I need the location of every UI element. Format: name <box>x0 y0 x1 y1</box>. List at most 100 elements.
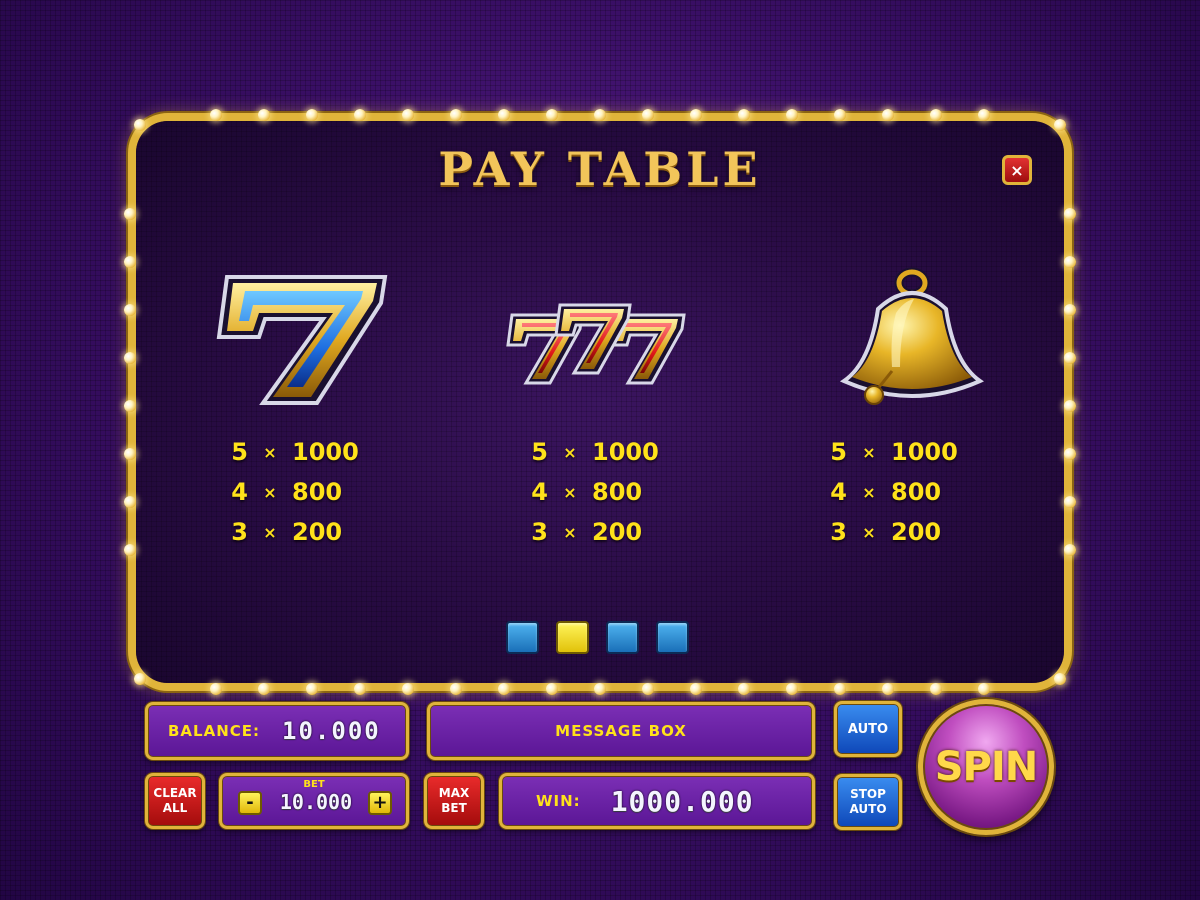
marquee-bulb <box>642 683 654 695</box>
marquee-bulb <box>1064 256 1076 268</box>
payout-value: 1000 <box>292 438 359 466</box>
marquee-bulb <box>124 208 136 220</box>
symbol-count: 5 <box>231 438 248 466</box>
page-dot-4[interactable] <box>656 621 689 654</box>
payout-value: 1000 <box>592 438 659 466</box>
marquee-bulb <box>258 109 270 121</box>
marquee-bulb <box>450 683 462 695</box>
payout-value: 1000 <box>891 438 958 466</box>
blue-seven-icon <box>190 258 410 418</box>
multiply-sign: × <box>862 442 876 462</box>
marquee-bulb <box>124 496 136 508</box>
payout-row: 4 × 800 <box>490 472 710 512</box>
marquee-bulb <box>402 683 414 695</box>
payout-value: 800 <box>592 478 643 506</box>
marquee-bulb <box>210 109 222 121</box>
marquee-bulb <box>134 119 146 131</box>
paytable-entry-triple-red-seven: 5 × 1000 4 × 800 3 × 200 <box>490 258 710 552</box>
multiply-sign: × <box>263 522 277 542</box>
multiply-sign: × <box>563 442 577 462</box>
symbol-count: 3 <box>231 518 248 546</box>
marquee-bulb <box>1064 352 1076 364</box>
marquee-bulb <box>594 683 606 695</box>
close-button[interactable]: × <box>1002 155 1032 185</box>
marquee-bulb <box>306 109 318 121</box>
max-bet-button[interactable]: MAX BET <box>424 773 484 829</box>
marquee-bulb <box>124 544 136 556</box>
payout-row: 5 × 1000 <box>789 432 1009 472</box>
symbol-count: 3 <box>830 518 847 546</box>
message-box: MESSAGE BOX <box>427 702 815 760</box>
symbol-count: 5 <box>531 438 548 466</box>
spin-label: SPIN <box>934 744 1038 790</box>
bell-icon <box>789 258 1009 418</box>
marquee-bulb <box>124 400 136 412</box>
symbol-count: 5 <box>830 438 847 466</box>
symbol-count: 4 <box>231 478 248 506</box>
page-dot-3[interactable] <box>606 621 639 654</box>
marquee-bulb <box>402 109 414 121</box>
marquee-bulb <box>834 109 846 121</box>
marquee-bulb <box>306 683 318 695</box>
symbol-count: 4 <box>531 478 548 506</box>
win-value: 1000.000 <box>610 784 754 818</box>
bet-decrease-button[interactable]: - <box>238 791 262 815</box>
marquee-bulb <box>594 109 606 121</box>
marquee-bulb <box>1064 304 1076 316</box>
marquee-bulb <box>546 683 558 695</box>
payout-row: 3 × 200 <box>490 512 710 552</box>
marquee-bulb <box>210 683 222 695</box>
symbol-count: 4 <box>830 478 847 506</box>
balance-label: BALANCE: <box>168 722 261 740</box>
marquee-bulb <box>258 683 270 695</box>
multiply-sign: × <box>563 482 577 502</box>
multiply-sign: × <box>263 442 277 462</box>
stop-auto-label: STOP AUTO <box>849 787 887 816</box>
page-indicator <box>506 621 689 654</box>
stop-auto-button[interactable]: STOP AUTO <box>834 774 902 830</box>
marquee-bulb <box>124 448 136 460</box>
marquee-bulb <box>1064 208 1076 220</box>
page-dot-2[interactable] <box>556 621 589 654</box>
marquee-bulb <box>690 109 702 121</box>
paytable-entry-blue-seven: 5 × 1000 4 × 800 3 × 200 <box>190 258 410 552</box>
paytable-entry-golden-bell: 5 × 1000 4 × 800 3 × 200 <box>789 258 1009 552</box>
marquee-bulb <box>1054 673 1066 685</box>
win-display: WIN: 1000.000 <box>499 773 815 829</box>
marquee-bulb <box>834 683 846 695</box>
marquee-bulb <box>642 109 654 121</box>
marquee-bulb <box>930 683 942 695</box>
marquee-bulb <box>546 109 558 121</box>
payout-row: 4 × 800 <box>789 472 1009 512</box>
marquee-bulb <box>882 109 894 121</box>
bet-value: 10.000 <box>279 790 353 814</box>
close-icon: × <box>1010 160 1024 180</box>
payout-row: 5 × 1000 <box>190 432 410 472</box>
auto-button[interactable]: AUTO <box>834 701 902 757</box>
multiply-sign: × <box>862 482 876 502</box>
marquee-bulb <box>738 683 750 695</box>
bet-increase-button[interactable]: + <box>368 791 392 815</box>
marquee-bulb <box>978 683 990 695</box>
payout-row: 5 × 1000 <box>490 432 710 472</box>
message-text: MESSAGE BOX <box>555 722 687 740</box>
payout-row: 3 × 200 <box>789 512 1009 552</box>
multiply-sign: × <box>563 522 577 542</box>
balance-value: 10.000 <box>282 717 381 745</box>
marquee-bulb <box>124 304 136 316</box>
page-dot-1[interactable] <box>506 621 539 654</box>
marquee-bulb <box>1064 448 1076 460</box>
payout-value: 200 <box>592 518 643 546</box>
marquee-bulb <box>124 352 136 364</box>
marquee-bulb <box>498 109 510 121</box>
clear-all-button[interactable]: CLEAR ALL <box>145 773 205 829</box>
marquee-bulb <box>738 109 750 121</box>
marquee-bulb <box>134 673 146 685</box>
marquee-bulb <box>1064 496 1076 508</box>
marquee-bulb <box>1064 544 1076 556</box>
multiply-sign: × <box>862 522 876 542</box>
triple-seven-icon <box>490 258 710 418</box>
payout-value: 800 <box>292 478 343 506</box>
spin-button[interactable]: SPIN <box>918 699 1054 835</box>
payout-row: 3 × 200 <box>190 512 410 552</box>
